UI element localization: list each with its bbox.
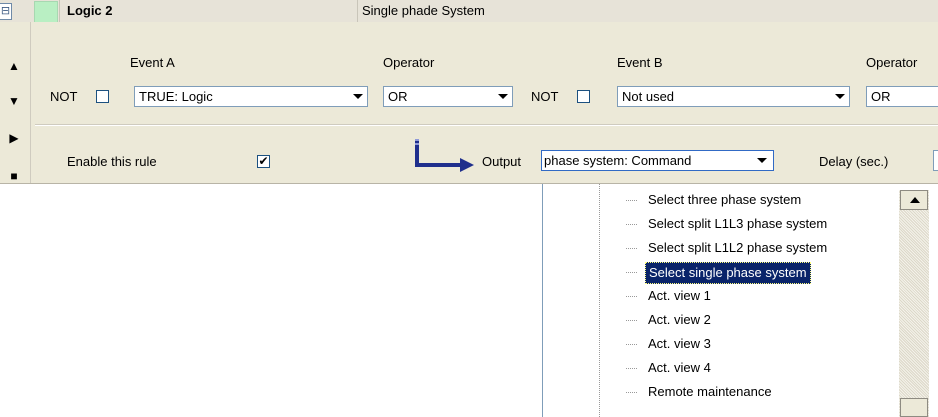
event-b-select[interactable]: Not used bbox=[617, 86, 850, 107]
operator-select[interactable]: OR bbox=[383, 86, 513, 107]
delay-input[interactable] bbox=[933, 150, 938, 171]
event-b-label: Event B bbox=[617, 55, 663, 70]
scroll-up-button[interactable] bbox=[900, 190, 928, 210]
dropdown-option-selected[interactable]: Select single phase system bbox=[645, 262, 811, 284]
output-arrow-icon bbox=[415, 139, 474, 172]
dropdown-option[interactable]: Select split L1L2 phase system bbox=[645, 237, 830, 259]
tree-connector bbox=[626, 344, 638, 345]
output-value: phase system: Command bbox=[544, 153, 692, 168]
dropdown-option[interactable]: Select split L1L3 phase system bbox=[645, 213, 830, 235]
operator-value: OR bbox=[871, 89, 891, 104]
output-dropdown-list[interactable]: Select three phase system Select split L… bbox=[542, 184, 938, 417]
tree-guide-line bbox=[599, 184, 600, 417]
tree-connector bbox=[626, 272, 638, 273]
move-down-icon[interactable]: ▼ bbox=[6, 93, 22, 109]
dropdown-option[interactable]: Act. view 3 bbox=[645, 333, 714, 355]
tree-connector bbox=[626, 224, 638, 225]
collapse-icon[interactable]: ⊟ bbox=[0, 3, 12, 20]
event-a-select[interactable]: TRUE: Logic bbox=[134, 86, 368, 107]
logic-color-swatch[interactable] bbox=[34, 1, 58, 23]
play-icon[interactable]: ▶ bbox=[6, 130, 22, 146]
chevron-down-icon[interactable] bbox=[753, 152, 770, 169]
dropdown-scrollbar[interactable] bbox=[899, 190, 929, 417]
operator-value: OR bbox=[388, 89, 408, 104]
dropdown-option[interactable]: Act. view 1 bbox=[645, 285, 714, 307]
not-checkbox-a[interactable] bbox=[96, 90, 109, 103]
event-b-value: Not used bbox=[622, 89, 675, 104]
tree-connector bbox=[626, 392, 638, 393]
event-a-value: TRUE: Logic bbox=[139, 89, 213, 104]
scroll-thumb[interactable] bbox=[900, 398, 928, 417]
not-checkbox-b[interactable] bbox=[577, 90, 590, 103]
chevron-down-icon[interactable] bbox=[494, 88, 511, 105]
output-select[interactable]: phase system: Command bbox=[541, 150, 774, 171]
panel-separator-highlight bbox=[35, 125, 938, 126]
dropdown-option[interactable]: Act. view 2 bbox=[645, 309, 714, 331]
delay-label: Delay (sec.) bbox=[819, 154, 889, 169]
not-label: NOT bbox=[531, 89, 559, 104]
output-label: Output bbox=[482, 154, 522, 169]
dropdown-option[interactable]: Remote maintenance bbox=[645, 381, 775, 403]
operator-label: Operator bbox=[866, 55, 918, 70]
event-a-label: Event A bbox=[130, 55, 175, 70]
enable-rule-label: Enable this rule bbox=[67, 154, 157, 169]
tree-connector bbox=[626, 248, 638, 249]
chevron-down-icon[interactable] bbox=[349, 88, 366, 105]
not-label: NOT bbox=[50, 89, 78, 104]
move-up-icon[interactable]: ▲ bbox=[6, 58, 22, 74]
header-divider bbox=[59, 0, 60, 22]
stop-icon[interactable]: ■ bbox=[6, 168, 22, 184]
header-divider bbox=[357, 0, 358, 22]
operator-select[interactable]: OR bbox=[866, 86, 938, 107]
system-name: Single phade System bbox=[362, 3, 485, 18]
tree-connector bbox=[626, 320, 638, 321]
dropdown-option[interactable]: Select three phase system bbox=[645, 189, 804, 211]
enable-rule-checkbox[interactable]: ✔ bbox=[257, 155, 270, 168]
tree-connector bbox=[626, 296, 638, 297]
operator-label: Operator bbox=[383, 55, 435, 70]
tree-connector bbox=[626, 368, 638, 369]
chevron-down-icon[interactable] bbox=[831, 88, 848, 105]
tree-connector bbox=[626, 200, 638, 201]
dropdown-option[interactable]: Act. view 4 bbox=[645, 357, 714, 379]
logic-name: Logic 2 bbox=[67, 3, 113, 18]
